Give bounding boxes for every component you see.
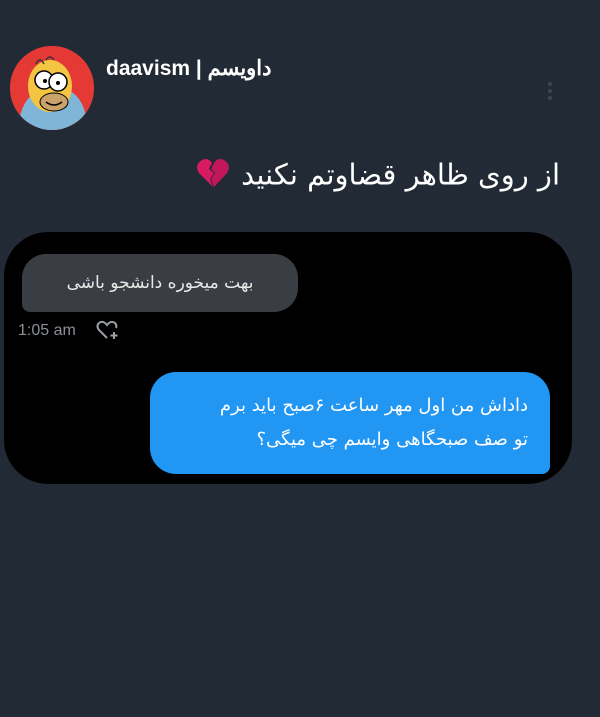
sent-message-bubble: داداش من اول مهر ساعت ۶صبح باید برم تو ص… [150, 372, 550, 474]
post-text: از روی ظاهر قضاوتم نکنید [196, 157, 560, 196]
heart-plus-icon[interactable] [96, 320, 120, 340]
username[interactable]: daavism | داویسم [106, 56, 272, 81]
sent-message-line-1: داداش من اول مهر ساعت ۶صبح باید برم [219, 395, 528, 416]
more-options-icon[interactable] [546, 82, 554, 106]
broken-heart-icon [196, 157, 230, 196]
message-timestamp: 1:05 am [18, 322, 76, 339]
post-text-content: از روی ظاهر قضاوتم نکنید [241, 157, 560, 192]
received-message-bubble: بهت میخوره دانشجو باشی [22, 254, 298, 312]
homer-avatar-icon [10, 46, 94, 130]
received-message-text: بهت میخوره دانشجو باشی [66, 273, 254, 293]
sent-message-line-2: تو صف صبحگاهی وایسم چی میگی؟ [256, 429, 528, 450]
avatar[interactable] [10, 46, 94, 130]
